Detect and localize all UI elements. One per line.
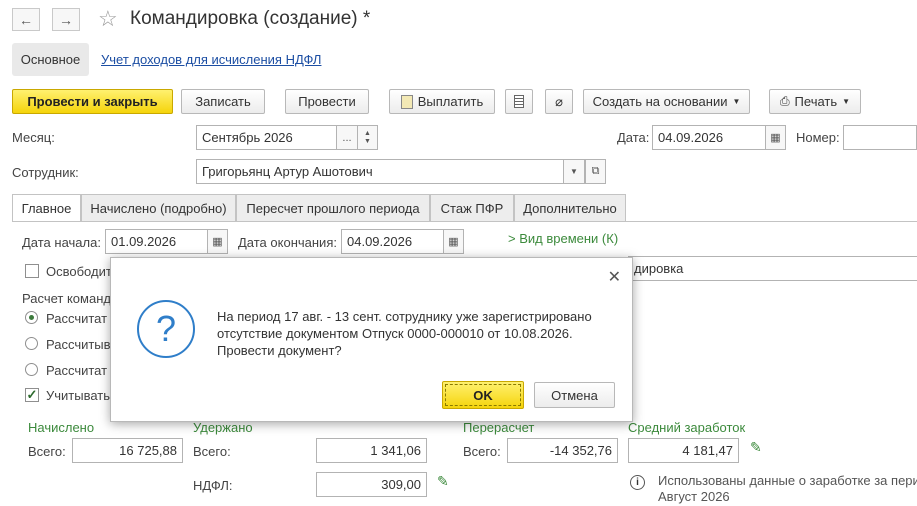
withheld-title: Удержано — [193, 420, 253, 435]
start-date-field[interactable]: 01.09.2026 — [105, 229, 208, 254]
release-checkbox[interactable] — [25, 264, 39, 278]
cancel-button[interactable]: Отмена — [534, 382, 615, 408]
post-button[interactable]: Провести — [285, 89, 369, 114]
calendar-icon[interactable]: ▦ — [765, 125, 786, 150]
star-icon[interactable]: ☆ — [98, 6, 118, 32]
withheld-total-label: Всего: — [193, 444, 231, 459]
dialog-message-line1: На период 17 авг. - 13 сент. сотруднику … — [217, 309, 592, 324]
avg-earnings-title: Средний заработок — [628, 420, 746, 435]
accrued-title: Начислено — [28, 420, 95, 435]
calc-label: Расчет команд — [22, 291, 111, 306]
ndfl-income-link[interactable]: Учет доходов для исчисления НДФЛ — [101, 52, 321, 67]
radio-option-3-label: Рассчитат — [46, 363, 108, 378]
recalc-total-label: Всего: — [463, 444, 501, 459]
tab-recalc-previous[interactable]: Пересчет прошлого периода — [236, 194, 430, 221]
dialog-message-line3: Провести документ? — [217, 343, 342, 358]
chevron-right-icon: > — [508, 231, 516, 246]
account-checkbox[interactable]: ✓ — [25, 388, 39, 402]
ndfl-field[interactable]: 309,00 — [316, 472, 427, 497]
end-date-field[interactable]: 04.09.2026 — [341, 229, 444, 254]
employee-label: Сотрудник: — [12, 165, 79, 180]
dialog-message-line2: отсутствие документом Отпуск 0000-000010… — [217, 326, 573, 341]
avg-earnings-field[interactable]: 4 181,47 — [628, 438, 739, 463]
section-main[interactable]: Основное — [12, 43, 89, 76]
printer-icon: ⎙ — [779, 94, 790, 108]
accrued-total-label: Всего: — [28, 444, 66, 459]
dialog-message: На период 17 авг. - 13 сент. сотруднику … — [217, 308, 617, 359]
pay-button[interactable]: Выплатить — [389, 89, 495, 114]
arrow-left-icon: ← — [19, 11, 33, 28]
radio-option-3[interactable] — [25, 363, 38, 376]
confirm-dialog: ✕ ? На период 17 авг. - 13 сент. сотрудн… — [110, 257, 633, 422]
attach-button[interactable]: ⌀ — [545, 89, 573, 114]
recalc-total-field[interactable]: -14 352,76 — [507, 438, 618, 463]
ndfl-label: НДФЛ: — [193, 478, 233, 493]
number-field[interactable] — [843, 125, 917, 150]
page-title: Командировка (создание) * — [130, 8, 371, 29]
radio-option-1[interactable] — [25, 311, 38, 324]
withheld-total-field[interactable]: 1 341,06 — [316, 438, 427, 463]
save-button[interactable]: Записать — [181, 89, 265, 114]
pay-button-label: Выплатить — [417, 94, 484, 109]
radio-option-1-label: Рассчитат — [46, 311, 108, 326]
employee-open-icon[interactable]: ⧉ — [585, 159, 606, 184]
tab-pfr-experience[interactable]: Стаж ПФР — [430, 194, 514, 221]
release-label: Освободит — [46, 264, 112, 279]
question-icon: ? — [137, 300, 195, 358]
paperclip-icon: ⌀ — [555, 93, 563, 109]
info-icon: i — [630, 475, 645, 490]
recalc-title: Перерасчет — [463, 420, 535, 435]
account-checkbox-label: Учитывать — [46, 388, 111, 403]
radio-option-2-label: Рассчитыв — [46, 337, 111, 352]
number-label: Номер: — [796, 130, 840, 145]
pay-doc-icon — [400, 94, 413, 109]
calendar-icon[interactable]: ▦ — [207, 229, 228, 254]
time-type-label: Вид времени (К) — [519, 231, 619, 246]
print-button[interactable]: ⎙ Печать ▼ — [769, 89, 861, 114]
list-icon — [514, 95, 524, 108]
dropdown-arrow-icon: ▼ — [842, 97, 851, 106]
info-text: Использованы данные о заработке за пери — [658, 473, 917, 488]
month-select-button[interactable]: ... — [336, 125, 358, 150]
start-date-label: Дата начала: — [22, 235, 101, 250]
employee-dropdown-icon[interactable]: ▼ — [563, 159, 585, 184]
tab-accrued-detail[interactable]: Начислено (подробно) — [81, 194, 236, 221]
employee-field[interactable]: Григорьянц Артур Ашотович — [196, 159, 564, 184]
tab-main[interactable]: Главное — [12, 194, 81, 222]
radio-option-2[interactable] — [25, 337, 38, 350]
info-text-period: Август 2026 — [658, 489, 730, 504]
post-and-close-button[interactable]: Провести и закрыть — [12, 89, 173, 114]
forward-button[interactable]: → — [52, 8, 80, 31]
tab-divider — [12, 221, 917, 222]
close-icon[interactable]: ✕ — [608, 267, 621, 287]
end-date-label: Дата окончания: — [238, 235, 337, 250]
report-button[interactable] — [505, 89, 533, 114]
month-field[interactable]: Сентябрь 2026 — [196, 125, 337, 150]
date-label: Дата: — [617, 130, 650, 145]
month-label: Месяц: — [12, 130, 55, 145]
month-stepper[interactable]: ▲ ▼ — [357, 125, 378, 150]
calendar-icon[interactable]: ▦ — [443, 229, 464, 254]
create-based-label: Создать на основании — [592, 94, 728, 109]
print-label: Печать — [794, 94, 838, 109]
pencil-icon[interactable]: ✎ — [437, 473, 449, 490]
create-based-button[interactable]: Создать на основании ▼ — [583, 89, 750, 114]
right-field[interactable]: дировка — [628, 256, 917, 281]
time-type-link[interactable]: > Вид времени (К) — [508, 231, 618, 246]
pencil-icon[interactable]: ✎ — [750, 439, 762, 456]
tab-additional[interactable]: Дополнительно — [514, 194, 626, 221]
arrow-right-icon: → — [59, 11, 73, 28]
accrued-total-field[interactable]: 16 725,88 — [72, 438, 183, 463]
date-field[interactable]: 04.09.2026 — [652, 125, 766, 150]
dropdown-arrow-icon: ▼ — [732, 97, 741, 106]
back-button[interactable]: ← — [12, 8, 40, 31]
ok-button[interactable]: OK — [442, 381, 524, 409]
